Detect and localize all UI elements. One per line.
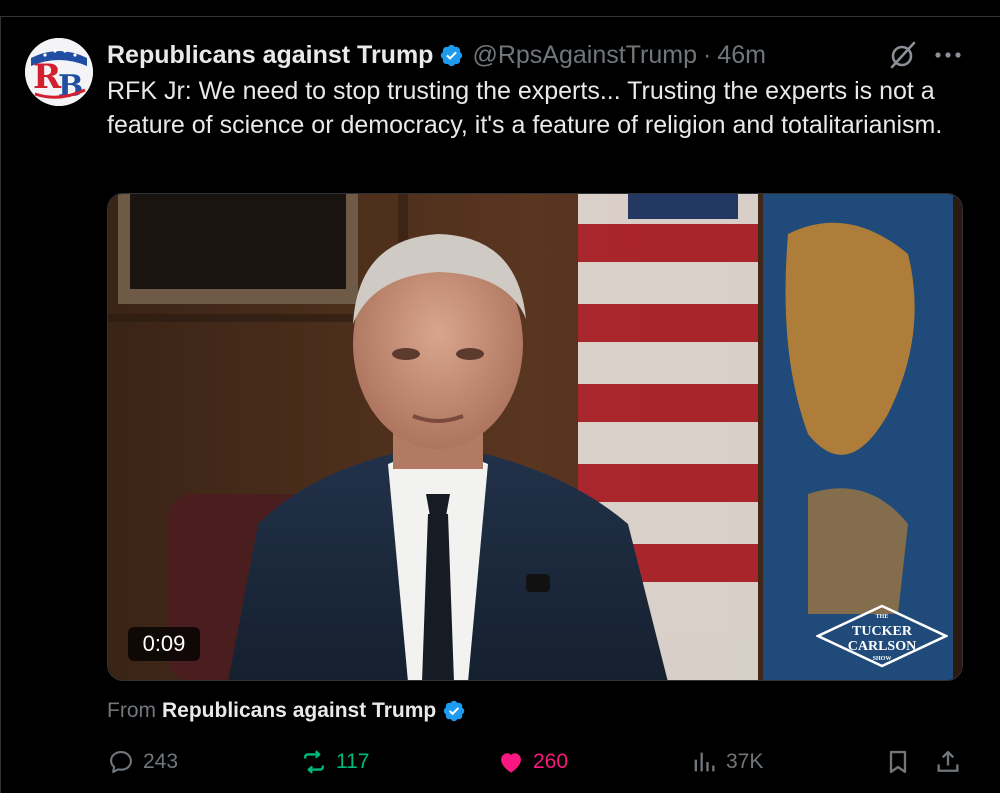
video-duration-badge: 0:09 [128,627,200,661]
watermark-line-2: TUCKER [852,624,913,639]
author-handle[interactable]: @RpsAgainstTrump [472,41,697,70]
attribution-prefix: From [107,699,156,722]
views-icon [694,752,715,772]
repost-icon [304,750,324,774]
reply-button[interactable]: 243 [107,744,178,780]
views-count: 37K [726,750,764,773]
more-icon[interactable] [928,38,968,72]
tweet-text: RFK Jr: We need to stop trusting the exp… [107,77,943,139]
views-button[interactable]: 37K [690,744,763,780]
watermark-line-4: SHOW [873,656,892,662]
tweet-timestamp[interactable]: 46m [717,41,766,70]
heart-icon [501,753,521,773]
author-display-name[interactable]: Republicans against Trump [107,41,433,70]
repost-count: 117 [336,750,370,773]
action-bar: 243 117 260 37K [0,744,1000,780]
media-attribution: From Republicans against Trump [107,696,466,726]
avatar-monogram-b: B [58,69,83,104]
like-count: 260 [533,750,569,773]
top-divider [0,16,1000,17]
bookmark-icon[interactable] [884,748,912,776]
reply-icon [110,751,132,773]
reply-count: 243 [143,750,179,773]
like-button[interactable]: 260 [497,744,568,780]
header-separator: · [702,40,712,69]
avatar[interactable]: R B [25,38,93,106]
watermark-line-1: THE [876,614,889,620]
watermark-line-3: CARLSON [848,639,916,654]
left-divider [0,16,1,793]
verified-badge-icon[interactable] [439,43,464,68]
show-watermark-logo: THE TUCKER CARLSON SHOW [816,604,948,668]
attribution-name[interactable]: Republicans against Trump [162,699,436,723]
share-icon[interactable] [934,748,962,776]
tweet-header: Republicans against Trump @RpsAgainstTru… [107,38,766,72]
grok-icon[interactable] [886,38,920,72]
avatar-image: R B [25,38,93,106]
repost-button[interactable]: 117 [300,744,369,780]
verified-badge-icon [443,700,465,722]
